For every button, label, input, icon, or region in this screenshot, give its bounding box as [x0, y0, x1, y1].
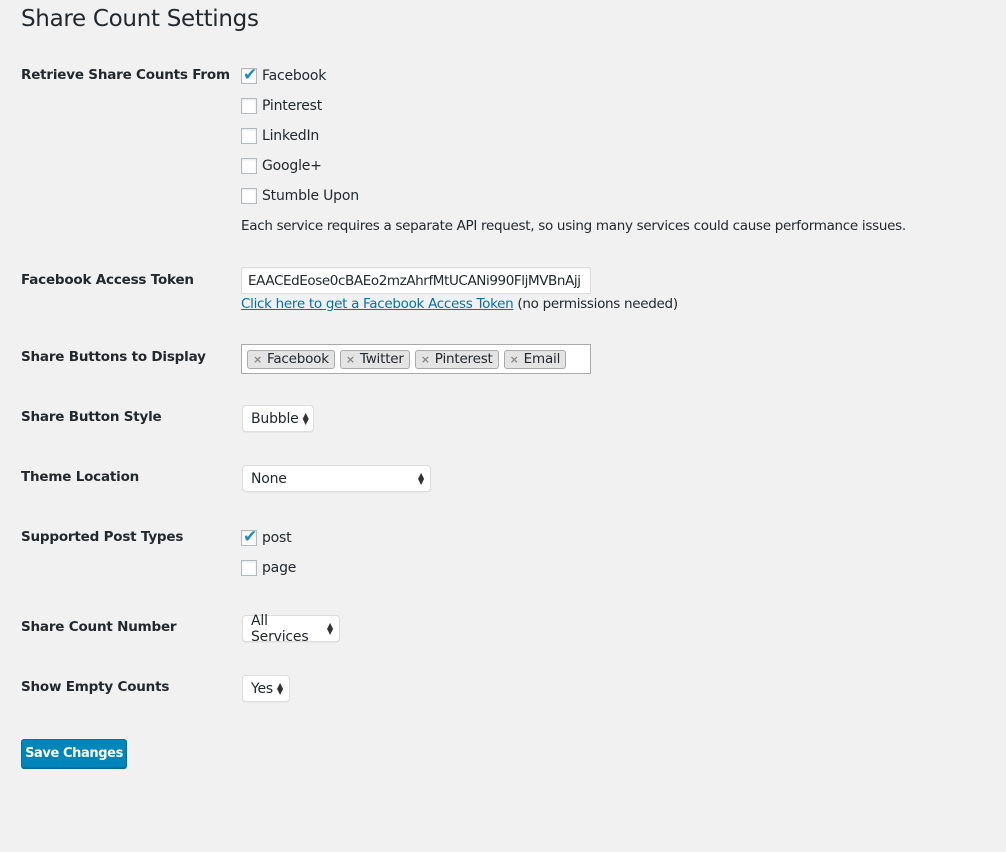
theme-location-label: Theme Location: [21, 469, 140, 485]
button-style-label: Share Button Style: [21, 409, 162, 425]
checkbox-label: Google+: [262, 158, 322, 174]
post-types-label: Supported Post Types: [21, 529, 184, 545]
post-type-post-checkbox[interactable]: ✔ post: [241, 527, 292, 548]
share-buttons-multiselect[interactable]: × Facebook × Twitter × Pinterest × Email: [241, 344, 591, 374]
save-changes-button[interactable]: Save Changes: [21, 739, 127, 768]
access-token-input[interactable]: [241, 267, 591, 294]
tag-facebook: × Facebook: [247, 349, 335, 369]
page-title: Share Count Settings: [21, 6, 259, 32]
checkbox-label: Facebook: [262, 68, 327, 84]
checkbox[interactable]: [241, 98, 257, 114]
checkbox[interactable]: ✔: [241, 527, 258, 547]
tag-label: Pinterest: [434, 351, 493, 367]
retrieve-facebook-checkbox[interactable]: ✔ Facebook: [241, 65, 327, 86]
retrieve-pinterest-checkbox[interactable]: Pinterest: [241, 96, 322, 116]
retrieve-stumbleupon-checkbox[interactable]: Stumble Upon: [241, 186, 359, 206]
select-arrows-icon: ▲ ▼: [277, 680, 283, 696]
retrieve-description: Each service requires a separate API req…: [241, 218, 906, 234]
retrieve-label: Retrieve Share Counts From: [21, 67, 230, 83]
tag-label: Facebook: [267, 351, 329, 367]
checkbox[interactable]: [241, 128, 257, 144]
tag-label: Email: [523, 351, 561, 367]
theme-location-select[interactable]: None ▲ ▼: [242, 465, 431, 492]
retrieve-googleplus-checkbox[interactable]: Google+: [241, 156, 322, 176]
post-type-page-checkbox[interactable]: page: [241, 558, 296, 578]
remove-tag-icon[interactable]: ×: [346, 353, 355, 366]
checkmark-icon: ✔: [243, 65, 258, 85]
checkbox[interactable]: ✔: [241, 65, 258, 85]
select-value: Bubble: [251, 410, 299, 427]
tag-pinterest: × Pinterest: [414, 349, 499, 369]
checkbox[interactable]: [241, 188, 257, 204]
remove-tag-icon[interactable]: ×: [510, 353, 519, 366]
checkbox-label: post: [262, 530, 292, 546]
checkbox-label: page: [262, 560, 297, 576]
checkbox-label: Pinterest: [262, 98, 323, 114]
tag-label: Twitter: [359, 351, 404, 367]
checkbox-label: LinkedIn: [262, 128, 320, 144]
retrieve-linkedin-checkbox[interactable]: LinkedIn: [241, 126, 319, 146]
share-buttons-label: Share Buttons to Display: [21, 349, 206, 365]
remove-tag-icon[interactable]: ×: [253, 353, 262, 366]
checkbox[interactable]: [241, 158, 257, 174]
access-token-note: (no permissions needed): [517, 296, 678, 312]
select-arrows-icon: ▲ ▼: [327, 620, 333, 636]
checkbox[interactable]: [241, 560, 257, 576]
tag-twitter: × Twitter: [339, 349, 410, 369]
get-access-token-link[interactable]: Click here to get a Facebook Access Toke…: [241, 296, 514, 312]
empty-counts-select[interactable]: Yes ▲ ▼: [242, 675, 290, 702]
tag-email: × Email: [503, 349, 567, 369]
select-arrows-icon: ▲ ▼: [418, 470, 424, 486]
select-value: All Services: [251, 612, 309, 645]
count-number-label: Share Count Number: [21, 619, 177, 635]
access-token-label: Facebook Access Token: [21, 272, 194, 288]
select-arrows-icon: ▲ ▼: [302, 410, 309, 426]
checkbox-label: Stumble Upon: [262, 188, 359, 204]
select-value: Yes: [251, 680, 273, 697]
access-token-help: Click here to get a Facebook Access Toke…: [241, 296, 678, 312]
checkmark-icon: ✔: [243, 527, 258, 547]
select-value: None: [251, 470, 287, 487]
empty-counts-label: Show Empty Counts: [21, 679, 170, 695]
remove-tag-icon[interactable]: ×: [421, 353, 430, 366]
count-number-select[interactable]: All Services ▲ ▼: [242, 612, 340, 645]
button-style-select[interactable]: Bubble ▲ ▼: [242, 405, 314, 432]
